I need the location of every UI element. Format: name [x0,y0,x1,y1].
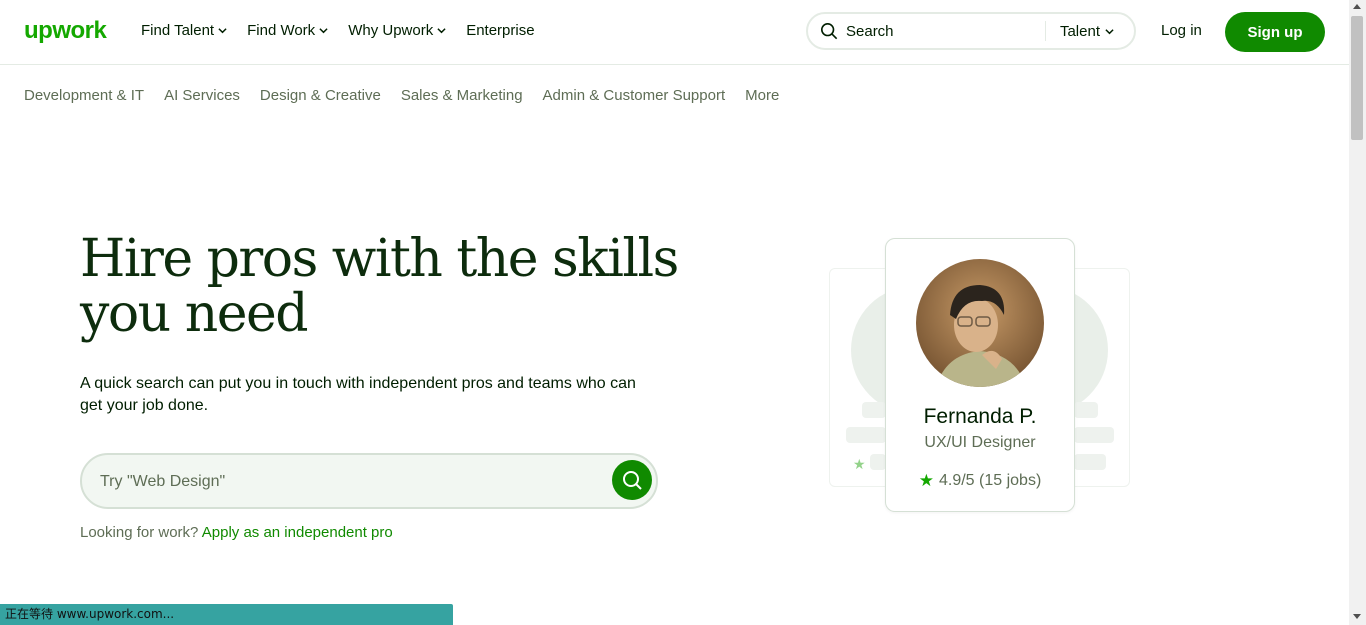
ghost-bar [1074,402,1098,418]
scroll-up-arrow-icon[interactable] [1353,4,1361,9]
nav-enterprise-label: Enterprise [466,22,535,39]
profile-rating: ★ 4.9/5 (15 jobs) [886,471,1074,491]
ghost-bar [1074,427,1114,443]
search-icon [623,471,642,490]
chevron-down-icon [1105,28,1114,34]
upwork-logo[interactable]: upwork [24,17,107,45]
star-icon: ★ [918,471,934,490]
profile-name: Fernanda P. [923,405,1037,428]
ghost-bar [1074,454,1106,470]
ghost-star-icon: ★ [853,456,866,472]
hero-title-line2: you need [80,284,309,344]
category-bar: Development & IT AI Services Design & Cr… [24,87,779,104]
top-header: upwork Find Talent Find Work Why Upwork … [0,0,1349,65]
hero-subtitle: A quick search can put you in touch with… [80,375,636,414]
work-prompt-text: Looking for work? [80,524,199,541]
scroll-down-arrow-icon[interactable] [1353,614,1361,619]
hero-title: Hire pros with the skills you need [80,232,700,342]
hero-title-line1: Hire pros with the skills [80,229,679,289]
portrait-image [916,259,1044,387]
chevron-down-icon [437,28,446,34]
page-scrollbar[interactable] [1349,0,1366,625]
nav-find-talent-label: Find Talent [141,22,215,39]
signup-button[interactable]: Sign up [1225,12,1325,52]
main-nav: Find Talent Find Work Why Upwork Enterpr… [141,22,535,39]
work-prompt: Looking for work? Apply as an independen… [80,524,393,541]
category-ai-services[interactable]: AI Services [164,87,240,104]
apply-independent-pro-link[interactable]: Apply as an independent pro [202,524,393,541]
chevron-down-icon [218,28,227,34]
chevron-down-icon [319,28,328,34]
category-sales-marketing[interactable]: Sales & Marketing [401,87,523,104]
browser-status-bar: 正在等待 www.upwork.com... [0,604,453,625]
nav-enterprise[interactable]: Enterprise [466,22,534,39]
category-development-it[interactable]: Development & IT [24,87,144,104]
ghost-bar [846,427,886,443]
header-search-label[interactable]: Search [846,23,1045,40]
ghost-bar [870,454,886,470]
avatar [916,259,1044,387]
header-search[interactable]: Search Talent [806,12,1136,50]
profile-rating-text: 4.9/5 (15 jobs) [938,472,1042,489]
hero-search-button[interactable] [612,460,652,500]
category-more[interactable]: More [745,87,779,104]
profile-role: UX/UI Designer [924,434,1036,451]
nav-find-work[interactable]: Find Work [247,22,328,39]
hero-search-input[interactable] [98,469,582,495]
profile-card[interactable]: Fernanda P. UX/UI Designer ★ 4.9/5 (15 j… [885,238,1075,512]
login-link[interactable]: Log in [1161,22,1202,39]
nav-find-talent[interactable]: Find Talent [141,22,227,39]
scrollbar-thumb[interactable] [1351,16,1363,140]
nav-why-upwork[interactable]: Why Upwork [348,22,446,39]
category-design-creative[interactable]: Design & Creative [260,87,381,104]
category-admin-support[interactable]: Admin & Customer Support [543,87,726,104]
search-scope-label: Talent [1059,22,1100,40]
nav-why-upwork-label: Why Upwork [348,22,434,39]
search-scope-dropdown[interactable]: Talent [1046,23,1134,40]
ghost-bar [862,402,886,418]
nav-find-work-label: Find Work [247,22,316,39]
hero-search-bar [80,453,658,509]
search-icon [820,22,838,40]
